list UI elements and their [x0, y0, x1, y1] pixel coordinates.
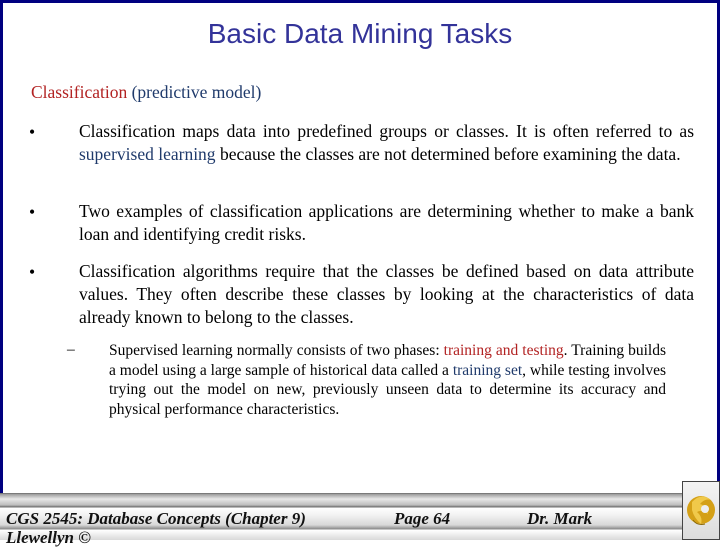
section-heading: Classification (predictive model): [31, 82, 261, 103]
footer-author-continued: Llewellyn ©: [6, 528, 91, 547]
footer-author: Dr. Mark: [527, 509, 593, 528]
bullet-icon: •: [29, 262, 36, 282]
footer-page-number: Page 64: [394, 509, 451, 528]
bullet-text-1: Classification maps data into predefined…: [79, 120, 694, 166]
section-qualifier: (predictive model): [131, 82, 262, 102]
section-term: Classification: [31, 82, 128, 102]
sub-text-part: Supervised learning normally consists of…: [109, 342, 444, 359]
bullet-text-3: Classification algorithms require that t…: [79, 261, 694, 327]
bullet-icon: •: [29, 202, 36, 222]
term-training-set: training set: [452, 361, 523, 379]
bullet-text-2: Two examples of classification applicati…: [79, 201, 694, 244]
footer-course: CGS 2545: Database Concepts (Chapter 9): [6, 509, 306, 528]
sub-bullet-text: Supervised learning normally consists of…: [109, 341, 666, 419]
bullet-text-part: Classification maps data into predefined…: [79, 121, 694, 141]
university-logo-icon: [682, 481, 720, 540]
bullet-text-part: because the classes are not determined b…: [215, 144, 681, 164]
term-supervised-learning: supervised learning: [79, 144, 216, 164]
sub-bullet-dash-icon: –: [67, 341, 75, 358]
bullet-icon: •: [29, 122, 36, 142]
term-training-and-testing: training and testing: [443, 342, 564, 359]
slide-title: Basic Data Mining Tasks: [207, 18, 513, 49]
